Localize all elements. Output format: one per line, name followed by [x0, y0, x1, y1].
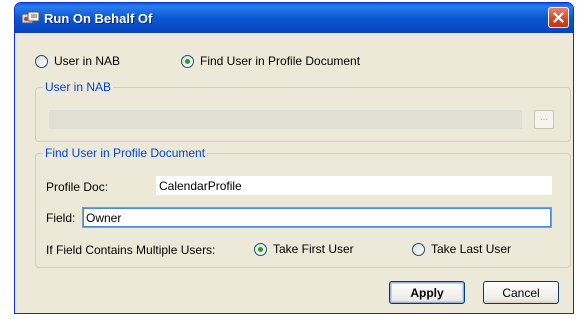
radio-take-last-user-label: Take Last User	[431, 242, 512, 256]
close-icon	[553, 12, 564, 23]
radio-circle	[412, 242, 425, 256]
profile-doc-label: Profile Doc:	[46, 180, 109, 194]
dialog-client-area: User in NAB Find User in Profile Documen…	[18, 33, 571, 310]
nab-group: User in NAB ...	[35, 80, 571, 142]
profile-group-legend: Find User in Profile Document	[43, 146, 208, 160]
radio-take-first-user-label: Take First User	[273, 242, 354, 256]
field-input[interactable]	[82, 207, 552, 228]
radio-take-first-user[interactable]: Take First User	[254, 242, 354, 256]
multiple-users-label: If Field Contains Multiple Users:	[46, 243, 216, 257]
radio-circle	[35, 54, 48, 68]
field-label: Field:	[46, 211, 76, 225]
close-button[interactable]	[548, 7, 569, 28]
radio-find-user-in-profile-label: Find User in Profile Document	[200, 54, 361, 68]
nab-user-input	[49, 110, 522, 129]
radio-take-last-user[interactable]: Take Last User	[412, 242, 511, 256]
cancel-button[interactable]: Cancel	[483, 281, 559, 304]
dialog-window: Run On Behalf Of User in NAB Find User i…	[14, 2, 574, 314]
app-icon	[22, 11, 40, 26]
radio-circle-selected	[181, 54, 194, 68]
window-title: Run On Behalf Of	[44, 10, 153, 26]
radio-find-user-in-profile[interactable]: Find User in Profile Document	[181, 54, 360, 68]
nab-group-legend: User in NAB	[43, 80, 114, 94]
radio-user-in-nab[interactable]: User in NAB	[35, 54, 120, 68]
nab-browse-button: ...	[534, 110, 554, 129]
title-bar[interactable]: Run On Behalf Of	[15, 3, 573, 33]
apply-button[interactable]: Apply	[389, 281, 465, 304]
radio-user-in-nab-label: User in NAB	[54, 54, 121, 68]
radio-circle-selected	[254, 242, 267, 256]
profile-doc-input[interactable]	[156, 176, 552, 195]
profile-group: Find User in Profile Document Profile Do…	[35, 146, 571, 268]
